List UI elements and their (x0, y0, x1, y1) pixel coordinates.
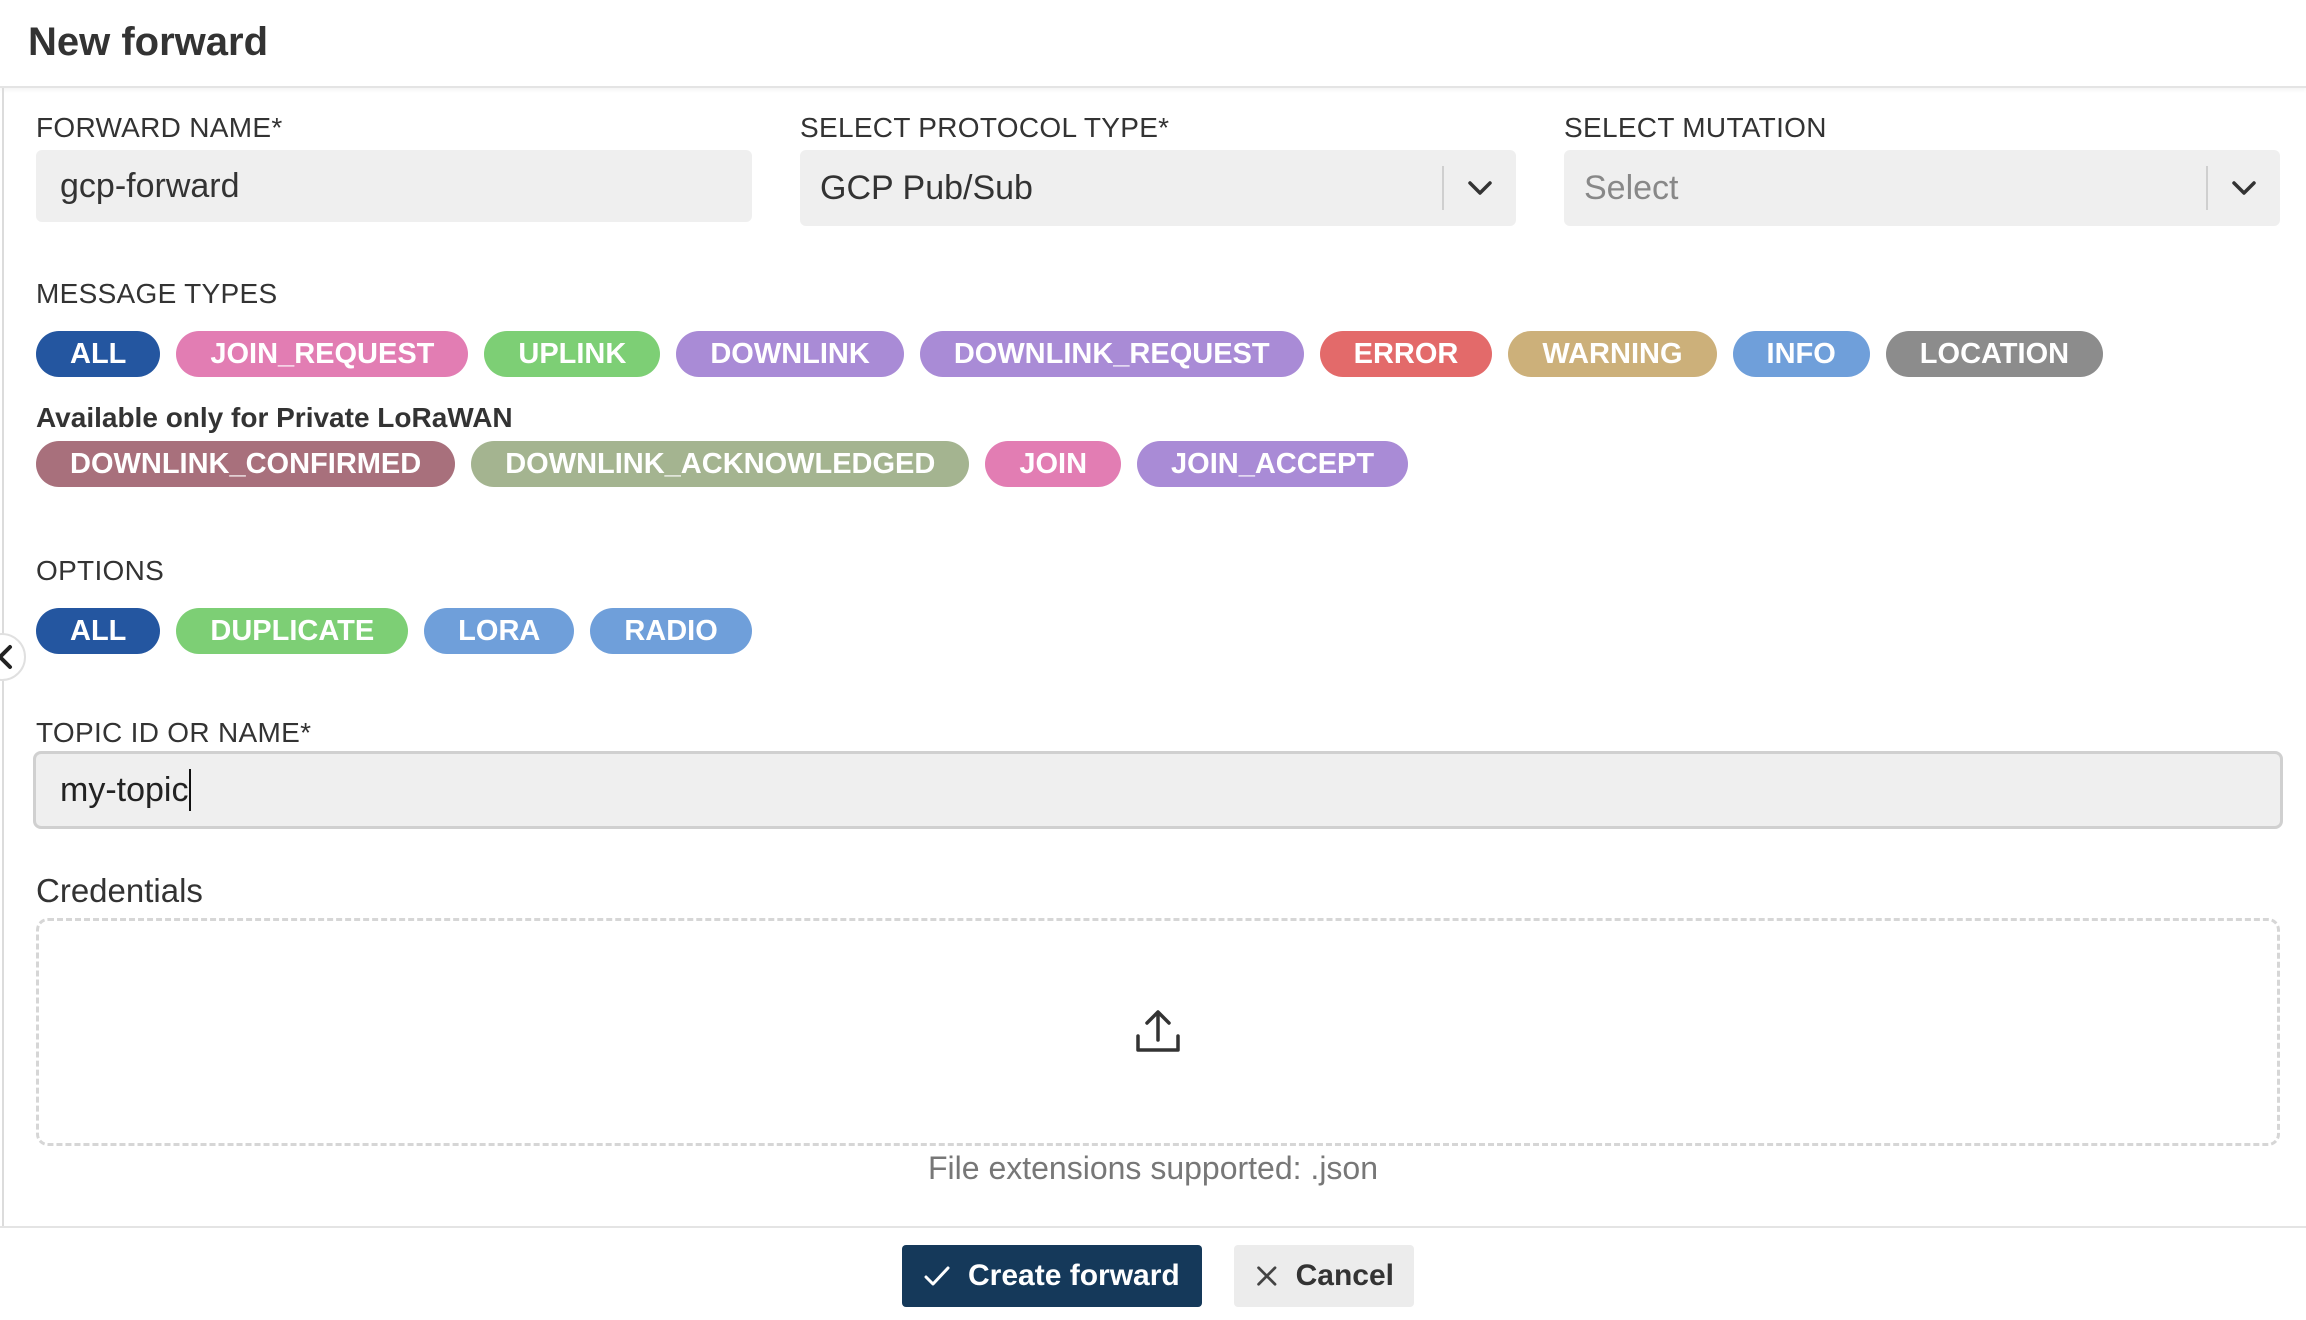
message-type-all-pill[interactable]: ALL (36, 331, 161, 377)
credentials-dropzone[interactable] (36, 918, 2280, 1146)
create-forward-button[interactable]: Create forward (902, 1245, 1202, 1307)
topic-input[interactable]: my-topic (33, 751, 2283, 829)
cancel-label: Cancel (1295, 1259, 1394, 1292)
private-message-types-pills: DOWNLINK_CONFIRMED DOWNLINK_ACKNOWLEDGED… (36, 441, 1409, 487)
option-all-pill[interactable]: ALL (36, 608, 161, 654)
message-type-warning-pill[interactable]: WARNING (1508, 331, 1717, 377)
message-type-location-pill[interactable]: LOCATION (1885, 331, 2104, 377)
cancel-button[interactable]: Cancel (1234, 1245, 1414, 1307)
chevron-down-icon[interactable] (1464, 172, 1496, 204)
message-type-join-request-pill[interactable]: JOIN_REQUEST (176, 331, 469, 377)
collapse-panel-button[interactable] (0, 633, 26, 681)
file-extensions-hint: File extensions supported: .json (927, 1150, 1379, 1186)
message-types-pills: ALL JOIN_REQUEST UPLINK DOWNLINK DOWNLIN… (36, 331, 2104, 377)
mutation-label: SELECT MUTATION (1564, 112, 1827, 143)
check-icon (924, 1266, 950, 1286)
message-type-uplink-pill[interactable]: UPLINK (484, 331, 661, 377)
topic-value: my-topic (60, 770, 189, 809)
protocol-type-label: SELECT PROTOCOL TYPE* (800, 112, 1170, 143)
create-forward-label: Create forward (968, 1259, 1180, 1292)
chevron-down-icon[interactable] (2228, 172, 2260, 204)
option-lora-pill[interactable]: LORA (424, 608, 575, 654)
private-lorawan-label: Available only for Private LoRaWAN (36, 402, 513, 433)
forward-name-input[interactable]: gcp-forward (36, 150, 752, 222)
message-types-label: MESSAGE TYPES (36, 278, 278, 309)
select-separator (1442, 166, 1444, 210)
close-icon (1257, 1266, 1277, 1286)
mutation-select[interactable]: Select (1564, 150, 2280, 226)
message-type-join-accept-pill[interactable]: JOIN_ACCEPT (1137, 441, 1409, 487)
message-type-info-pill[interactable]: INFO (1732, 331, 1870, 377)
option-radio-pill[interactable]: RADIO (590, 608, 752, 654)
message-type-downlink-confirmed-pill[interactable]: DOWNLINK_CONFIRMED (36, 441, 456, 487)
dialog-title: New forward (28, 20, 269, 64)
protocol-type-select[interactable]: GCP Pub/Sub (800, 150, 1516, 226)
options-label: OPTIONS (36, 555, 165, 586)
chevron-left-icon (0, 645, 12, 669)
message-type-downlink-acknowledged-pill[interactable]: DOWNLINK_ACKNOWLEDGED (471, 441, 970, 487)
message-type-downlink-request-pill[interactable]: DOWNLINK_REQUEST (919, 331, 1304, 377)
upload-icon (1136, 1010, 1180, 1052)
text-caret (189, 769, 192, 811)
message-type-downlink-pill[interactable]: DOWNLINK (676, 331, 904, 377)
options-pills: ALL DUPLICATE LORA RADIO (36, 608, 752, 654)
protocol-type-value: GCP Pub/Sub (820, 168, 1033, 207)
dialog-header: New forward (0, 0, 2306, 88)
select-separator (2206, 166, 2208, 210)
option-duplicate-pill[interactable]: DUPLICATE (176, 608, 409, 654)
forward-name-label: FORWARD NAME* (36, 112, 283, 143)
credentials-label: Credentials (36, 872, 203, 909)
topic-label: TOPIC ID OR NAME* (36, 717, 312, 748)
mutation-placeholder: Select (1584, 168, 1679, 207)
forward-name-value: gcp-forward (60, 166, 240, 205)
message-type-join-pill[interactable]: JOIN (985, 441, 1122, 487)
message-type-error-pill[interactable]: ERROR (1319, 331, 1493, 377)
